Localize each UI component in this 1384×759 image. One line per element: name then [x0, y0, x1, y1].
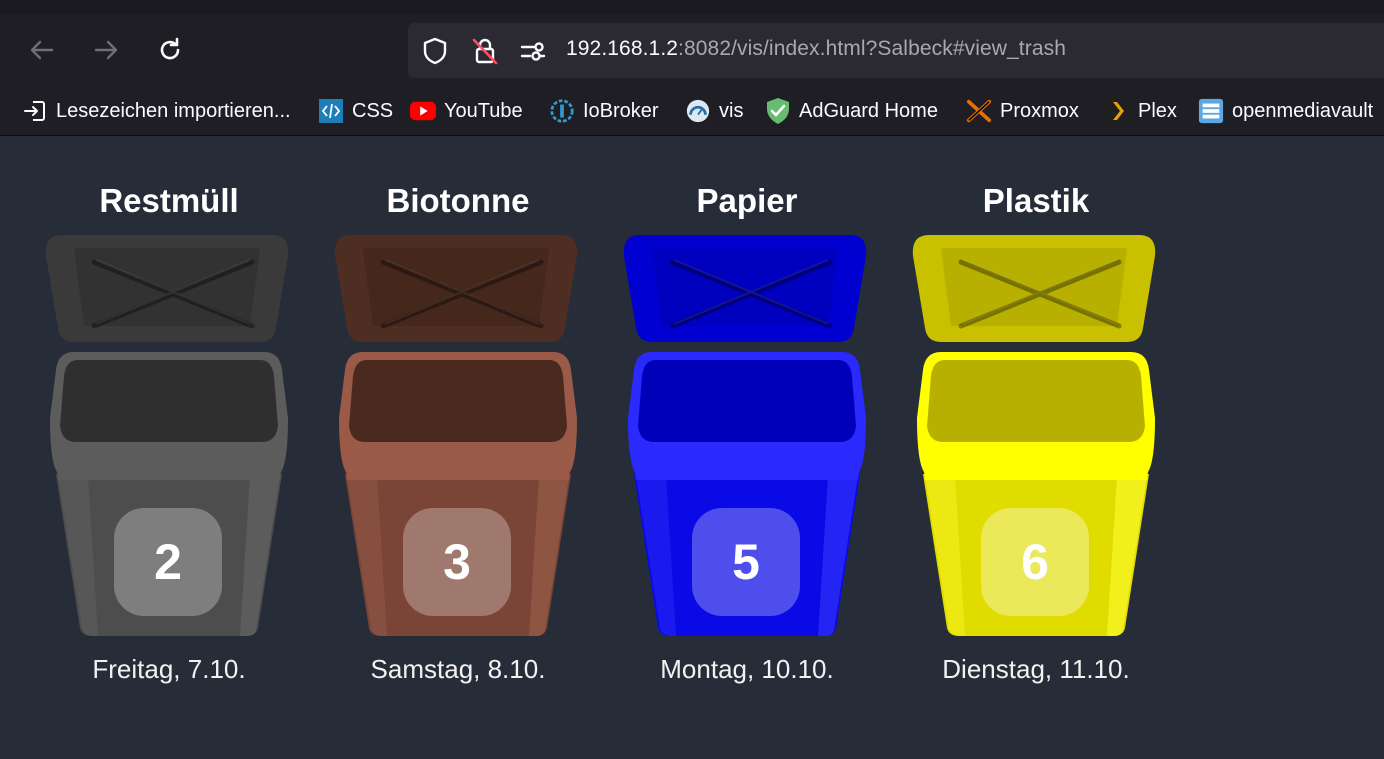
trash-bin: Biotonne 3 Samstag, 8.10. [333, 170, 583, 700]
pickup-date: Freitag, 7.10. [92, 654, 246, 684]
bookmark-import[interactable]: Lesezeichen importieren... [22, 95, 291, 127]
days-remaining-badge: 3 [403, 508, 511, 616]
days-remaining-badge: 5 [692, 508, 800, 616]
proxmox-icon [966, 98, 992, 124]
bookmark-plex[interactable]: Plex [1104, 95, 1177, 127]
shield-check-icon [765, 98, 791, 124]
bin-title: Restmüll [99, 182, 239, 219]
pickup-date: Montag, 10.10. [660, 654, 834, 684]
back-button[interactable] [22, 30, 62, 70]
iobroker-icon [549, 98, 575, 124]
insecure-lock-icon[interactable] [470, 36, 500, 66]
url-path: :8082/vis/index.html?Salbeck#view_trash [678, 37, 1066, 60]
bookmark-label: CSS [352, 99, 394, 122]
pickup-date: Samstag, 8.10. [370, 654, 546, 684]
bookmark-label: vis [719, 99, 744, 122]
days-remaining-badge: 2 [114, 508, 222, 616]
trash-bin: Papier 5 Montag, 10.10. [622, 170, 872, 700]
server-icon [1198, 98, 1224, 124]
pickup-date: Dienstag, 11.10. [942, 654, 1130, 684]
bookmark-label: IoBroker [583, 99, 659, 122]
bookmark-iobroker[interactable]: IoBroker [549, 95, 659, 127]
bin-title: Plastik [982, 182, 1090, 219]
bookmark-css[interactable]: CSS [318, 95, 393, 127]
trash-bin: Plastik 6 Dienstag, 11.10. [911, 170, 1161, 700]
reload-button[interactable] [150, 30, 190, 70]
bookmark-proxmox[interactable]: Proxmox [966, 95, 1079, 127]
url-host: 192.168.1.2 [566, 37, 679, 60]
trash-bin: Restmüll 2 Freitag, 7.10. [44, 170, 294, 700]
bookmark-label: Proxmox [1000, 99, 1079, 122]
browser-chrome: 192.168.1.2:8082/vis/index.html?Salbeck#… [0, 0, 1384, 136]
bookmark-label: Lesezeichen importieren... [56, 99, 291, 122]
reload-icon [160, 37, 180, 60]
import-icon [22, 98, 48, 124]
bin-title: Biotonne [386, 182, 530, 219]
days-remaining-badge: 6 [981, 508, 1089, 616]
vis-icon [685, 98, 711, 124]
bookmark-youtube[interactable]: YouTube [410, 95, 523, 127]
code-icon [318, 98, 344, 124]
arrow-right-icon [94, 40, 118, 60]
bookmark-label: YouTube [444, 99, 523, 122]
bookmarks-toolbar: Lesezeichen importieren... CSS YouTube I… [0, 89, 1384, 135]
url-text[interactable]: 192.168.1.2:8082/vis/index.html?Salbeck#… [566, 37, 1066, 61]
bin-title: Papier [696, 182, 798, 219]
address-bar[interactable]: 192.168.1.2:8082/vis/index.html?Salbeck#… [408, 23, 1384, 78]
plex-icon [1104, 98, 1130, 124]
tracking-shield-icon[interactable] [420, 36, 450, 66]
arrow-left-icon [30, 40, 54, 60]
permissions-icon[interactable] [518, 36, 548, 66]
bookmark-label: Plex [1138, 99, 1177, 122]
forward-button[interactable] [86, 30, 126, 70]
bookmark-vis[interactable]: vis [685, 95, 743, 127]
tab-strip [0, 0, 1384, 14]
bookmark-label: AdGuard Home [799, 99, 938, 122]
bookmark-openmediavault[interactable]: openmediavault [1198, 95, 1373, 127]
bookmark-label: openmediavault [1232, 99, 1374, 122]
bookmark-adguard[interactable]: AdGuard Home [765, 95, 938, 127]
youtube-icon [410, 98, 436, 124]
toolbar-divider [0, 135, 1384, 136]
